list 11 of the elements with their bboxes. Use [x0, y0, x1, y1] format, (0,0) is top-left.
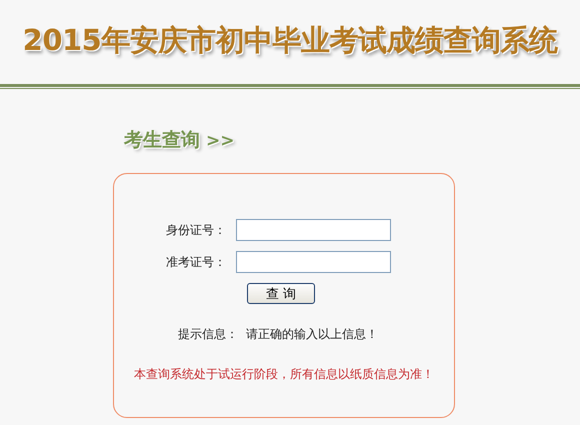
- field-label: 准考证号：: [165, 254, 227, 270]
- field-label: 身份证号：: [165, 222, 227, 238]
- input-field[interactable]: [236, 219, 391, 241]
- notice-text: 本查询系统处于试运行阶段，所有信息以纸质信息为准！: [133, 366, 435, 383]
- hint-text: 请正确的输入以上信息！: [246, 326, 378, 343]
- section-title: 考生查询: [124, 128, 200, 153]
- page-title: 2015年安庆市初中毕业考试成绩查询系统: [22, 22, 558, 59]
- arrows: >>: [206, 131, 234, 151]
- query-button[interactable]: 查 询: [247, 283, 315, 304]
- hint-label: 提示信息：: [178, 326, 238, 343]
- input-field[interactable]: [236, 251, 391, 273]
